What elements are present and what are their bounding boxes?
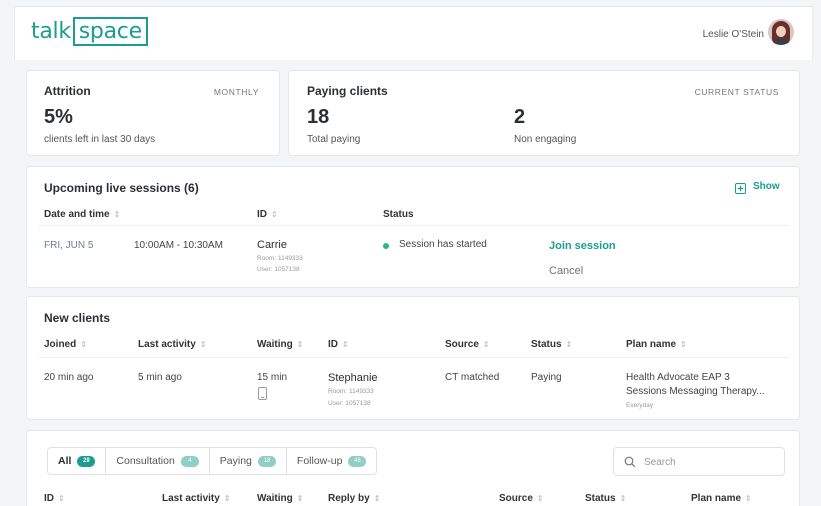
- attrition-card: Attrition MONTHLY 5% clients left in las…: [26, 70, 280, 156]
- non-engaging-caption: Non engaging: [514, 134, 577, 145]
- col-last-activity[interactable]: Last activity ⇕: [162, 493, 231, 504]
- sort-icon: ⇕: [680, 340, 687, 349]
- show-sessions-button[interactable]: Show: [753, 181, 780, 192]
- client-name[interactable]: Stephanie: [328, 372, 378, 384]
- plan-name-line2: Sessions Messaging Therapy...: [626, 386, 765, 397]
- attrition-period: MONTHLY: [213, 87, 259, 97]
- logo-text-left: talk: [31, 19, 71, 44]
- paying-caption: Total paying: [307, 134, 361, 145]
- search-box: [613, 447, 785, 476]
- plan-name-line1: Health Advocate EAP 3: [626, 372, 730, 383]
- paying-value: 18: [307, 106, 330, 128]
- col-id[interactable]: ID ⇕: [328, 339, 349, 350]
- sort-icon: ⇕: [223, 494, 231, 503]
- attrition-value: 5%: [44, 106, 73, 128]
- col-status[interactable]: Status ⇕: [531, 339, 572, 350]
- sort-icon: ⇕: [536, 494, 544, 503]
- session-room-id: Room: 1149333: [257, 255, 303, 262]
- top-header: talk space Leslie O'Stein: [14, 6, 813, 60]
- tab-paying[interactable]: Paying 18: [210, 448, 287, 474]
- col-id[interactable]: ID ⇕: [257, 209, 278, 220]
- col-id[interactable]: ID ⇕: [44, 493, 65, 504]
- count-badge: 18: [257, 455, 276, 467]
- client-waiting: 15 min: [257, 372, 288, 383]
- client-source: CT matched: [445, 372, 500, 383]
- search-icon: [624, 455, 636, 473]
- client-room-id: Room: 1149333: [328, 388, 374, 395]
- col-plan-name[interactable]: Plan name ⇕: [626, 339, 687, 350]
- sort-icon: ⇕: [199, 340, 207, 349]
- col-joined[interactable]: Joined ⇕: [44, 339, 87, 350]
- sort-icon: ⇕: [565, 340, 573, 349]
- attrition-title: Attrition: [44, 84, 91, 98]
- logo-text-box: space: [72, 17, 148, 46]
- client-joined: 20 min ago: [44, 372, 94, 383]
- sort-icon: ⇕: [80, 340, 87, 349]
- session-time: 10:00AM - 10:30AM: [134, 240, 223, 251]
- col-source[interactable]: Source ⇕: [445, 339, 490, 350]
- sort-icon: ⇕: [745, 494, 752, 503]
- count-badge: 29: [77, 455, 96, 467]
- cancel-session-button[interactable]: Cancel: [549, 265, 583, 277]
- tab-follow-up[interactable]: Follow-up 48: [287, 448, 377, 474]
- session-status: Session has started: [399, 239, 487, 250]
- session-date: FRI, JUN 5: [44, 240, 94, 251]
- col-waiting[interactable]: Waiting ⇕: [257, 493, 303, 504]
- col-plan-name[interactable]: Plan name ⇕: [691, 493, 752, 504]
- paying-title: Paying clients: [307, 84, 388, 98]
- non-engaging-value: 2: [514, 106, 526, 128]
- avatar[interactable]: [768, 19, 794, 45]
- paying-clients-card: Paying clients CURRENT STATUS 18 Total p…: [288, 70, 800, 156]
- sort-icon: ⇕: [482, 340, 490, 349]
- new-clients-title: New clients: [44, 311, 111, 325]
- clients-list-card: All 29 Consultation 4 Paying 18 Follow-up 48…: [26, 430, 800, 506]
- search-input[interactable]: [644, 454, 774, 470]
- client-last-activity: 5 min ago: [138, 372, 182, 383]
- col-status[interactable]: Status ⇕: [585, 493, 626, 504]
- mobile-icon: [258, 387, 267, 405]
- session-client-name[interactable]: Carrie: [257, 239, 287, 251]
- count-badge: 48: [348, 455, 367, 467]
- session-user-id: User: 1057138: [257, 266, 300, 273]
- join-session-button[interactable]: Join session: [549, 240, 616, 252]
- client-filter-tabs: All 29 Consultation 4 Paying 18 Follow-up 48: [47, 447, 378, 475]
- upcoming-sessions-card: Upcoming live sessions (6) Show Date and…: [26, 166, 800, 288]
- sort-icon: ⇕: [296, 494, 304, 503]
- col-reply-by[interactable]: Reply by ⇕: [328, 493, 380, 504]
- user-name[interactable]: Leslie O'Stein: [703, 29, 764, 40]
- count-badge: 4: [180, 455, 199, 467]
- col-last-activity[interactable]: Last activity ⇕: [138, 339, 207, 350]
- status-started-icon: [383, 243, 389, 249]
- col-status: Status: [383, 209, 414, 220]
- sort-icon: ⇕: [296, 340, 304, 349]
- col-date-time[interactable]: Date and time ⇕: [44, 209, 120, 220]
- sort-icon: ⇕: [113, 210, 121, 219]
- client-user-id: User: 1057138: [328, 400, 371, 407]
- sort-icon: ⇕: [619, 494, 627, 503]
- current-status-tag: CURRENT STATUS: [694, 87, 779, 97]
- sort-icon: ⇕: [58, 494, 65, 503]
- new-clients-card: New clients Joined ⇕ Last activity ⇕ Waiti…: [26, 296, 800, 420]
- sort-icon: ⇕: [373, 494, 381, 503]
- sort-icon: ⇕: [342, 340, 349, 349]
- plan-frequency: Everyday: [626, 402, 654, 409]
- col-waiting[interactable]: Waiting ⇕: [257, 339, 303, 350]
- sessions-title: Upcoming live sessions (6): [44, 181, 199, 195]
- talkspace-logo[interactable]: talk space: [31, 17, 148, 46]
- sort-icon: ⇕: [271, 210, 278, 219]
- plus-square-icon[interactable]: [735, 181, 746, 199]
- tab-consultation[interactable]: Consultation 4: [106, 448, 210, 474]
- col-source[interactable]: Source ⇕: [499, 493, 544, 504]
- tab-all[interactable]: All 29: [48, 448, 107, 474]
- attrition-caption: clients left in last 30 days: [44, 134, 156, 145]
- client-status: Paying: [531, 372, 562, 383]
